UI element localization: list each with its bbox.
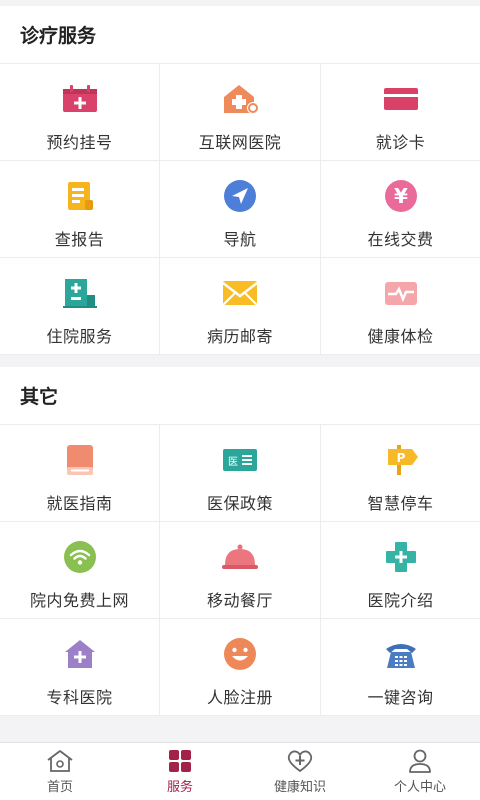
section-title: 其它 (0, 367, 480, 425)
service-label: 查报告 (54, 230, 105, 249)
tab-label: 服务 (166, 780, 193, 795)
service-label: 医保政策 (206, 494, 273, 513)
svg-text:¥: ¥ (394, 184, 408, 208)
service-online-payment[interactable]: ¥ 在线交费 (321, 161, 480, 258)
service-inpatient[interactable]: 住院服务 (0, 258, 160, 355)
service-guide[interactable]: 就医指南 (0, 425, 160, 522)
wifi-icon (60, 540, 100, 574)
checkup-pulse-icon (381, 276, 421, 310)
envelope-icon (220, 276, 260, 310)
service-label: 移动餐厅 (206, 591, 273, 610)
calendar-plus-icon (60, 82, 100, 116)
service-appointment[interactable]: 预约挂号 (0, 64, 160, 161)
service-label: 院内免费上网 (29, 591, 129, 610)
service-record-mail[interactable]: 病历邮寄 (160, 258, 321, 355)
service-label: 在线交费 (367, 230, 434, 249)
navigation-icon (220, 179, 260, 213)
heart-plus-icon (285, 748, 315, 774)
inpatient-building-icon (60, 276, 100, 310)
card-icon (381, 82, 421, 116)
service-hospital-intro[interactable]: 医院介绍 (321, 522, 480, 619)
service-internet-hospital[interactable]: 互联网医院 (160, 64, 321, 161)
tab-label: 个人中心 (393, 780, 446, 795)
hospital-house-icon (220, 82, 260, 116)
service-checkup[interactable]: 健康体检 (321, 258, 480, 355)
service-label: 互联网医院 (198, 133, 282, 152)
specialty-hospital-icon (60, 637, 100, 671)
service-one-click-consult[interactable]: 一键咨询 (321, 619, 480, 716)
service-label: 住院服务 (46, 327, 113, 346)
service-label: 预约挂号 (46, 133, 113, 152)
insurance-card-icon: 医 (220, 443, 260, 477)
report-icon (60, 179, 100, 213)
service-navigation[interactable]: 导航 (160, 161, 321, 258)
bottom-tab-bar: 首页 服务 健康知识 个人中心 (0, 742, 480, 800)
tab-label: 健康知识 (273, 780, 326, 795)
service-insurance-policy[interactable]: 医 医保政策 (160, 425, 321, 522)
guide-book-icon (60, 443, 100, 477)
yuan-payment-icon: ¥ (381, 179, 421, 213)
service-face-register[interactable]: 人脸注册 (160, 619, 321, 716)
service-visit-card[interactable]: 就诊卡 (321, 64, 480, 161)
grid-icon (167, 748, 193, 774)
tab-label: 首页 (46, 780, 73, 795)
service-label: 智慧停车 (367, 494, 434, 513)
tab-health-knowledge[interactable]: 健康知识 (240, 743, 360, 800)
parking-sign-icon: P (381, 443, 421, 477)
medical-cross-icon (381, 540, 421, 574)
service-label: 医院介绍 (367, 591, 434, 610)
svg-text:医: 医 (228, 456, 238, 468)
service-label: 病历邮寄 (206, 327, 273, 346)
service-specialty-hospital[interactable]: 专科医院 (0, 619, 160, 716)
service-label: 专科医院 (46, 688, 113, 707)
service-label: 健康体检 (367, 327, 434, 346)
food-cloche-icon (220, 540, 260, 574)
section-others: 其它 就医指南 医 医保政策 P 智慧停车 院内免费上网 移动餐厅 医院介绍 专… (0, 367, 480, 716)
tab-home[interactable]: 首页 (0, 743, 120, 800)
service-smart-parking[interactable]: P 智慧停车 (321, 425, 480, 522)
service-mobile-canteen[interactable]: 移动餐厅 (160, 522, 321, 619)
telephone-icon (381, 637, 421, 671)
service-label: 一键咨询 (367, 688, 434, 707)
face-icon (220, 637, 260, 671)
service-label: 就诊卡 (375, 133, 426, 152)
service-label: 导航 (223, 230, 257, 249)
person-icon (407, 748, 433, 774)
service-label: 就医指南 (46, 494, 113, 513)
section-title: 诊疗服务 (0, 6, 480, 64)
home-icon (45, 748, 75, 774)
svg-text:P: P (396, 451, 405, 465)
service-label: 人脸注册 (206, 688, 273, 707)
service-report[interactable]: 查报告 (0, 161, 160, 258)
service-free-wifi[interactable]: 院内免费上网 (0, 522, 160, 619)
section-medical-services: 诊疗服务 预约挂号 互联网医院 就诊卡 查报告 导航 ¥ 在线交费 住院服务 病… (0, 6, 480, 355)
tab-personal-center[interactable]: 个人中心 (360, 743, 480, 800)
tab-services[interactable]: 服务 (120, 743, 240, 800)
